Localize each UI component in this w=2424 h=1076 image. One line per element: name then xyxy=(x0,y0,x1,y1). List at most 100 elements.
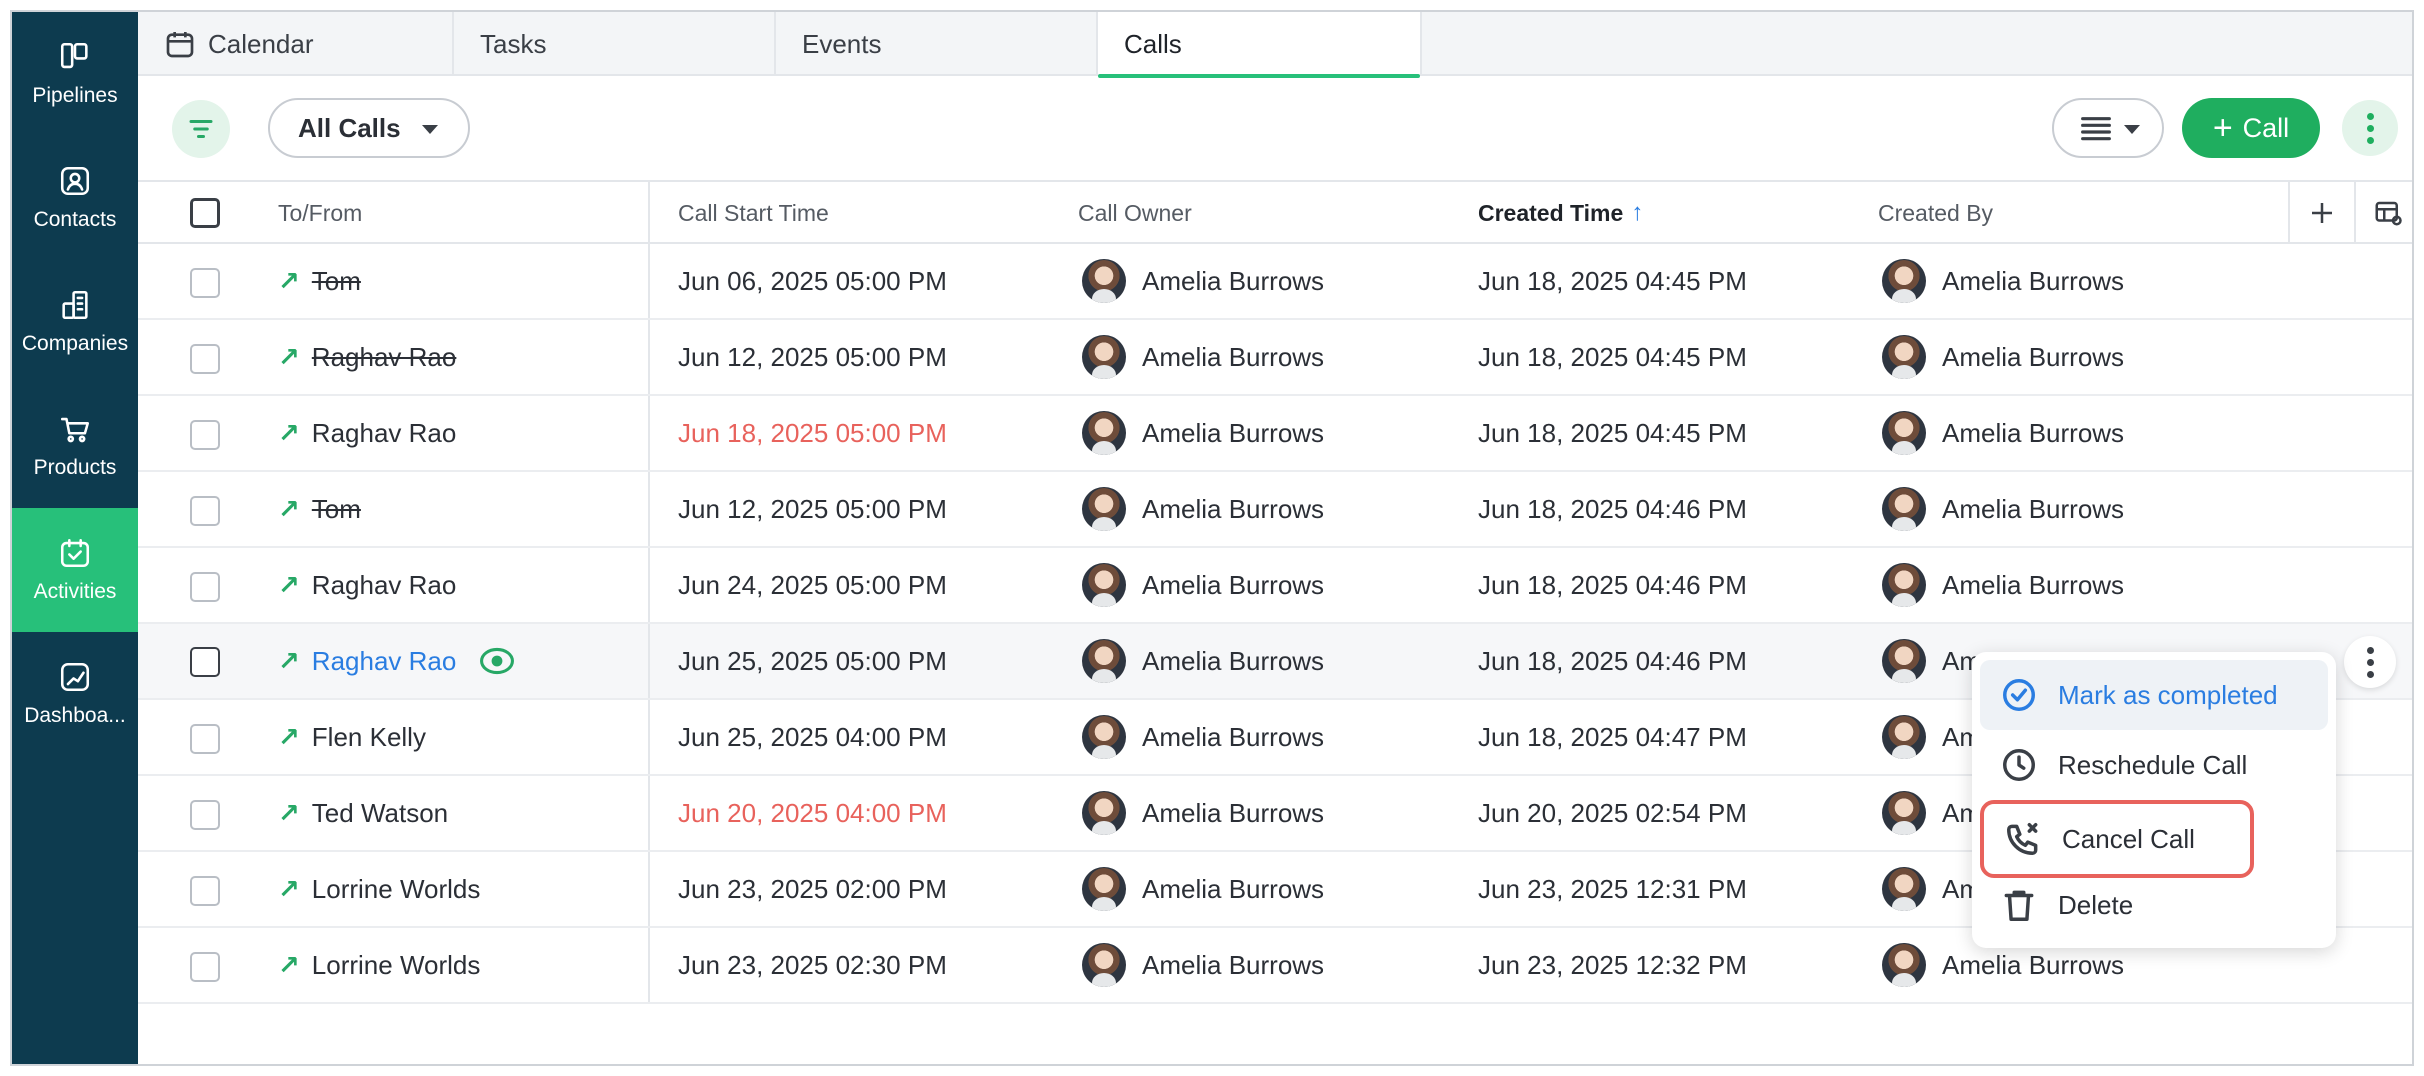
to-from-cell[interactable]: ↗ Raghav Rao xyxy=(278,548,456,622)
to-from-cell[interactable]: ↗ Tom xyxy=(278,472,361,546)
column-divider[interactable] xyxy=(648,182,650,242)
sidebar-item-activities[interactable]: Activities xyxy=(12,508,138,632)
sidebar-item-contacts[interactable]: Contacts xyxy=(12,136,138,260)
list-view-toggle[interactable] xyxy=(2052,98,2164,158)
delete-menu-item[interactable]: Delete xyxy=(1980,870,2328,940)
dashboard-icon xyxy=(60,662,90,692)
select-all-checkbox[interactable] xyxy=(190,198,220,228)
sidebar-item-products[interactable]: Products xyxy=(12,384,138,508)
activities-icon xyxy=(60,538,90,568)
table-row[interactable]: ↗ Tom Jun 06, 2025 05:00 PM Amelia Burrows J… xyxy=(138,244,2412,320)
column-header-call-start-time[interactable]: Call Start Time xyxy=(678,182,829,244)
row-checkbox[interactable] xyxy=(190,724,220,754)
column-header-created-by[interactable]: Created By xyxy=(1878,182,1993,244)
created-time-cell: Jun 23, 2025 12:31 PM xyxy=(1478,873,1747,904)
outgoing-call-icon: ↗ xyxy=(278,797,300,828)
table-row[interactable]: ↗ Tom Jun 12, 2025 05:00 PM Amelia Burrows J… xyxy=(138,472,2412,548)
to-from-name[interactable]: Tom xyxy=(312,266,361,297)
table-row[interactable]: ↗ Raghav Rao Jun 24, 2025 05:00 PM Amelia B… xyxy=(138,548,2412,624)
row-checkbox[interactable] xyxy=(190,572,220,602)
filter-button[interactable] xyxy=(172,100,230,158)
tab-calendar[interactable]: Calendar xyxy=(138,12,454,76)
row-more-options-button[interactable] xyxy=(2344,636,2396,688)
call-start-time-cell: Jun 06, 2025 05:00 PM xyxy=(678,265,947,296)
to-from-name[interactable]: Lorrine Worlds xyxy=(312,950,481,981)
to-from-name[interactable]: Raghav Rao xyxy=(312,418,457,449)
call-owner-cell: Amelia Burrows xyxy=(1082,396,1324,470)
to-from-cell[interactable]: ↗ Raghav Rao xyxy=(278,624,516,698)
plus-icon: + xyxy=(2212,109,2233,147)
reschedule-call-menu-item[interactable]: Reschedule Call xyxy=(1980,730,2328,800)
outgoing-call-icon: ↗ xyxy=(278,721,300,752)
clock-icon xyxy=(2003,749,2035,781)
sidebar-item-pipelines[interactable]: Pipelines xyxy=(12,12,138,136)
avatar xyxy=(1882,791,1926,835)
to-from-name[interactable]: Ted Watson xyxy=(312,798,448,829)
table-row[interactable]: ↗ Raghav Rao Jun 18, 2025 05:00 PM Amelia B… xyxy=(138,396,2412,472)
to-from-name[interactable]: Flen Kelly xyxy=(312,722,426,753)
tab-label: Calls xyxy=(1124,28,1182,59)
tab-events[interactable]: Events xyxy=(776,12,1098,76)
call-start-time-cell: Jun 20, 2025 04:00 PM xyxy=(678,797,947,828)
avatar xyxy=(1882,563,1926,607)
to-from-name[interactable]: Raghav Rao xyxy=(312,570,457,601)
column-header-to-from[interactable]: To/From xyxy=(278,182,362,244)
row-checkbox[interactable] xyxy=(190,268,220,298)
table-row[interactable]: ↗ Raghav Rao Jun 12, 2025 05:00 PM Amelia B… xyxy=(138,320,2412,396)
avatar xyxy=(1082,715,1126,759)
calendar-icon xyxy=(166,32,194,58)
to-from-cell[interactable]: ↗ Ted Watson xyxy=(278,776,448,850)
to-from-cell[interactable]: ↗ Raghav Rao xyxy=(278,320,456,394)
to-from-name[interactable]: Lorrine Worlds xyxy=(312,874,481,905)
to-from-name[interactable]: Raghav Rao xyxy=(312,646,457,677)
to-from-cell[interactable]: ↗ Lorrine Worlds xyxy=(278,928,480,1002)
sidebar-item-companies[interactable]: Companies xyxy=(12,260,138,384)
tab-tasks[interactable]: Tasks xyxy=(454,12,776,76)
row-checkbox[interactable] xyxy=(190,647,220,677)
tab-calls[interactable]: Calls xyxy=(1098,12,1422,78)
cancel-call-menu-item[interactable]: Cancel Call xyxy=(1980,800,2254,878)
column-divider xyxy=(648,396,650,470)
add-column-button[interactable] xyxy=(2288,182,2354,244)
to-from-cell[interactable]: ↗ Lorrine Worlds xyxy=(278,852,480,926)
products-icon xyxy=(60,417,90,443)
menu-item-label: Cancel Call xyxy=(2062,823,2195,854)
avatar xyxy=(1082,487,1126,531)
manage-columns-button[interactable] xyxy=(2354,182,2412,244)
to-from-name[interactable]: Raghav Rao xyxy=(312,342,457,373)
to-from-name[interactable]: Tom xyxy=(312,494,361,525)
avatar xyxy=(1082,335,1126,379)
call-start-time-cell: Jun 18, 2025 05:00 PM xyxy=(678,417,947,448)
avatar xyxy=(1082,411,1126,455)
row-checkbox[interactable] xyxy=(190,876,220,906)
mark-as-completed-menu-item[interactable]: Mark as completed xyxy=(1980,660,2328,730)
add-call-button[interactable]: + Call xyxy=(2182,98,2320,158)
outgoing-call-icon: ↗ xyxy=(278,417,300,448)
view-select[interactable]: All Calls xyxy=(268,98,470,158)
avatar xyxy=(1882,487,1926,531)
outgoing-call-icon: ↗ xyxy=(278,341,300,372)
filter-icon xyxy=(189,120,213,138)
call-owner-cell: Amelia Burrows xyxy=(1082,776,1324,850)
column-header-created-time[interactable]: Created Time ↑ xyxy=(1478,182,1643,244)
row-checkbox[interactable] xyxy=(190,344,220,374)
created-time-cell: Jun 18, 2025 04:45 PM xyxy=(1478,417,1747,448)
row-checkbox[interactable] xyxy=(190,952,220,982)
to-from-cell[interactable]: ↗ Flen Kelly xyxy=(278,700,426,774)
created-by-cell: Am xyxy=(1882,776,1981,850)
call-owner-cell: Amelia Burrows xyxy=(1082,548,1324,622)
more-options-button[interactable] xyxy=(2342,100,2398,156)
trash-icon xyxy=(2004,890,2034,921)
call-owner-cell: Amelia Burrows xyxy=(1082,472,1324,546)
to-from-cell[interactable]: ↗ Raghav Rao xyxy=(278,396,456,470)
sidebar-item-dashboards[interactable]: Dashboa... xyxy=(12,632,138,756)
row-checkbox[interactable] xyxy=(190,496,220,526)
row-checkbox[interactable] xyxy=(190,800,220,830)
row-checkbox[interactable] xyxy=(190,420,220,450)
created-by-cell: Amelia Burrows xyxy=(1882,396,2124,470)
column-header-call-owner[interactable]: Call Owner xyxy=(1078,182,1192,244)
eye-icon[interactable] xyxy=(478,642,516,680)
to-from-cell[interactable]: ↗ Tom xyxy=(278,244,361,318)
created-time-cell: Jun 23, 2025 12:32 PM xyxy=(1478,949,1747,980)
tab-label: Tasks xyxy=(480,28,547,59)
